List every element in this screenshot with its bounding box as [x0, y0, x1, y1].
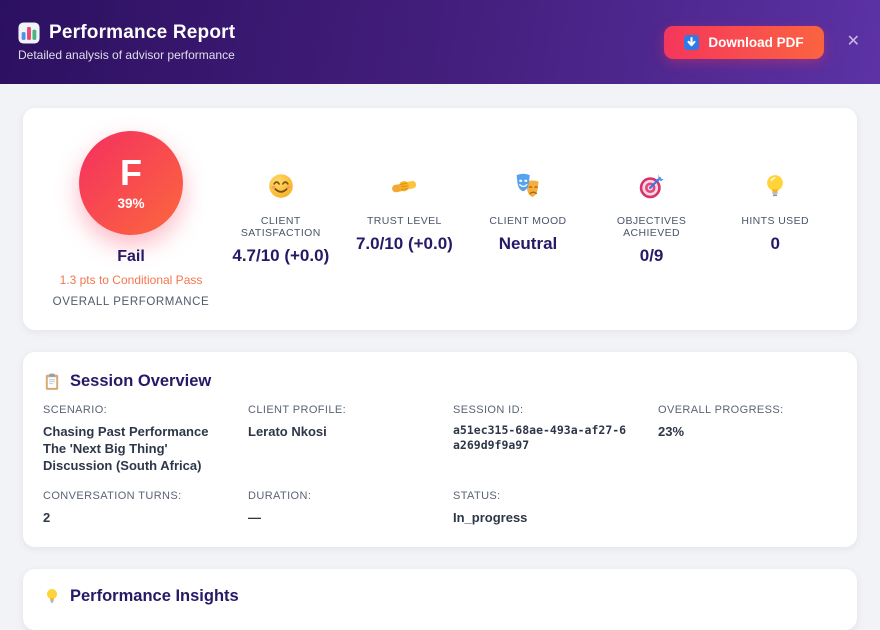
field-value: Chasing Past Performance The 'Next Big T… [43, 423, 222, 474]
metric-label: OBJECTIVES ACHIEVED [594, 215, 710, 239]
download-pdf-button[interactable]: Download PDF [664, 26, 823, 59]
grade-result: Fail [43, 248, 219, 266]
field-label: STATUS: [453, 490, 632, 502]
bar-chart-icon [18, 22, 40, 44]
metric-label: CLIENT SATISFACTION [223, 215, 339, 239]
field-value: a51ec315-68ae-493a-af27-6a269d9f9a97 [453, 423, 632, 453]
session-fields-grid: SCENARIO: Chasing Past Performance The '… [43, 404, 837, 527]
field-value: In_progress [453, 509, 632, 526]
field-label: DURATION: [248, 490, 427, 502]
metrics-row: CLIENT SATISFACTION 4.7/10 (+0.0) TRUST … [219, 172, 837, 266]
session-overview-title-row: Session Overview [43, 372, 837, 391]
metric-label: TRUST LEVEL [347, 215, 463, 227]
download-icon [684, 35, 699, 50]
field-status: STATUS: In_progress [453, 490, 632, 526]
field-client-profile: CLIENT PROFILE: Lerato Nkosi [248, 404, 427, 474]
metric-label: CLIENT MOOD [470, 215, 586, 227]
session-overview-card: Session Overview SCENARIO: Chasing Past … [23, 352, 857, 547]
metric-label: HINTS USED [717, 215, 833, 227]
field-label: SESSION ID: [453, 404, 632, 416]
field-value: 23% [658, 423, 837, 440]
clipboard-icon [43, 373, 61, 391]
grade-block: F 39% Fail 1.3 pts to Conditional Pass O… [43, 131, 219, 308]
download-pdf-label: Download PDF [708, 35, 803, 50]
report-body: F 39% Fail 1.3 pts to Conditional Pass O… [0, 84, 880, 630]
overall-performance-label: OVERALL PERFORMANCE [43, 296, 219, 308]
field-value: Lerato Nkosi [248, 423, 427, 440]
metric-value: 0 [717, 234, 833, 254]
metric-trust-level: TRUST LEVEL 7.0/10 (+0.0) [343, 172, 467, 266]
metric-client-satisfaction: CLIENT SATISFACTION 4.7/10 (+0.0) [219, 172, 343, 266]
overall-performance-card: F 39% Fail 1.3 pts to Conditional Pass O… [23, 108, 857, 330]
session-overview-title: Session Overview [70, 372, 211, 391]
grade-delta-note: 1.3 pts to Conditional Pass [43, 273, 219, 287]
grade-percent: 39% [117, 196, 144, 211]
smiling-face-icon [267, 187, 295, 204]
field-value: 2 [43, 509, 222, 526]
page-subtitle: Detailed analysis of advisor performance [18, 48, 235, 62]
performance-insights-title-row: Performance Insights [43, 587, 837, 606]
field-value: — [248, 509, 427, 526]
field-duration: DURATION: — [248, 490, 427, 526]
field-conversation-turns: CONVERSATION TURNS: 2 [43, 490, 222, 526]
theater-masks-icon [514, 187, 542, 204]
field-label: OVERALL PROGRESS: [658, 404, 837, 416]
handshake-icon [390, 187, 418, 204]
field-label: CONVERSATION TURNS: [43, 490, 222, 502]
close-button[interactable]: ✕ [843, 32, 864, 52]
field-scenario: SCENARIO: Chasing Past Performance The '… [43, 404, 222, 474]
metric-hints-used: HINTS USED 0 [713, 172, 837, 266]
performance-insights-title: Performance Insights [70, 587, 239, 606]
dart-target-icon [638, 187, 666, 204]
metric-value: Neutral [470, 234, 586, 254]
metric-client-mood: CLIENT MOOD Neutral [466, 172, 590, 266]
field-empty [658, 490, 837, 526]
page-title: Performance Report [49, 22, 235, 44]
field-label: CLIENT PROFILE: [248, 404, 427, 416]
lightbulb-icon [761, 187, 789, 204]
grade-badge: F 39% [79, 131, 183, 235]
lightbulb-icon [43, 587, 61, 605]
metric-value: 0/9 [594, 246, 710, 266]
metric-value: 7.0/10 (+0.0) [347, 234, 463, 254]
metric-objectives-achieved: OBJECTIVES ACHIEVED 0/9 [590, 172, 714, 266]
metric-value: 4.7/10 (+0.0) [223, 246, 339, 266]
header-title-block: Performance Report Detailed analysis of … [18, 22, 235, 62]
performance-insights-card: Performance Insights [23, 569, 857, 630]
grade-letter: F [120, 155, 142, 191]
field-label: SCENARIO: [43, 404, 222, 416]
report-header: Performance Report Detailed analysis of … [0, 0, 880, 84]
field-session-id: SESSION ID: a51ec315-68ae-493a-af27-6a26… [453, 404, 632, 474]
field-overall-progress: OVERALL PROGRESS: 23% [658, 404, 837, 474]
